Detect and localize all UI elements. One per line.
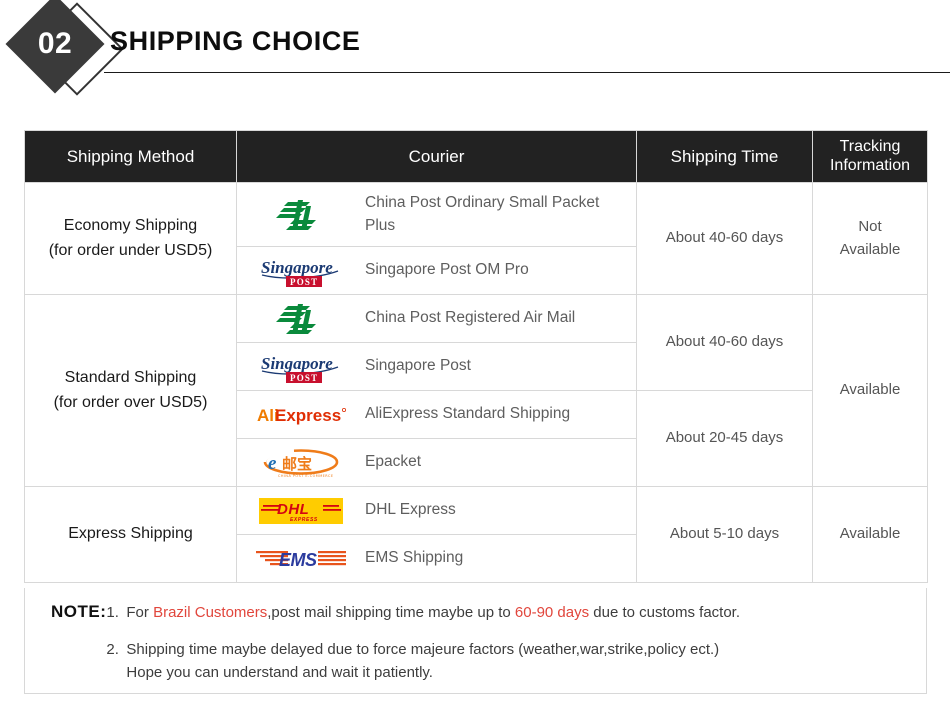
table-row: Economy Shipping (for order under USD5) <box>25 183 928 247</box>
tracking-economy: Not Available <box>813 183 928 295</box>
method-economy-line1: Economy Shipping <box>64 217 197 234</box>
time-standard-fast: About 20-45 days <box>637 391 813 487</box>
note-box: NOTE: 1. For Brazil Customers,post mail … <box>24 588 927 694</box>
singapore-post-icon: Singapore POST <box>258 254 344 288</box>
note-2-line-1: Shipping time maybe delayed due to force… <box>126 639 719 662</box>
method-economy-line2: (for order under USD5) <box>49 242 213 259</box>
table-row: Standard Shipping (for order over USD5) <box>25 295 928 343</box>
courier-name: Singapore Post <box>365 355 479 377</box>
note-list: 1. For Brazil Customers,post mail shippi… <box>106 588 740 684</box>
svg-text:EMS: EMS <box>279 550 317 570</box>
svg-text:POST: POST <box>290 277 318 287</box>
svg-text:POST: POST <box>290 373 318 383</box>
time-standard-post: About 40-60 days <box>637 295 813 391</box>
time-express: About 5-10 days <box>637 487 813 583</box>
courier-name: AliExpress Standard Shipping <box>365 403 578 425</box>
method-standard-line2: (for order over USD5) <box>54 394 208 411</box>
courier-name: Epacket <box>365 451 429 473</box>
courier-china-post-small-packet: China Post Ordinary Small Packet Plus <box>237 183 637 247</box>
svg-text:Singapore: Singapore <box>261 354 333 373</box>
ems-icon: EMS <box>254 546 348 572</box>
dhl-icon: DHL EXPRESS <box>257 495 345 527</box>
singapore-post-icon: Singapore POST <box>258 350 344 384</box>
header-divider <box>104 72 950 73</box>
note-item-2: 2. Shipping time maybe delayed due to fo… <box>106 639 740 685</box>
note-1-part-a: For <box>126 604 153 621</box>
dhl-logo: DHL EXPRESS <box>237 495 365 527</box>
courier-name: DHL Express <box>365 499 464 521</box>
shipping-choice-page: 02 SHIPPING CHOICE Shipping Method Couri… <box>0 0 950 711</box>
note-item-1: 1. For Brazil Customers,post mail shippi… <box>106 602 740 625</box>
courier-name: China Post Registered Air Mail <box>365 307 583 329</box>
courier-aliexpress-standard: Ali Express AliExpress Standard Shipping <box>237 391 637 439</box>
courier-china-post-registered: China Post Registered Air Mail <box>237 295 637 343</box>
note-1-highlight-brazil: Brazil Customers <box>153 604 267 621</box>
aliexpress-icon: Ali Express <box>255 403 347 427</box>
china-post-icon <box>276 302 326 336</box>
section-number-badge: 02 <box>8 8 120 104</box>
shipping-table: Shipping Method Courier Shipping Time Tr… <box>24 130 928 583</box>
header-tracking-line1: Tracking <box>840 138 901 155</box>
tracking-standard: Available <box>813 295 928 487</box>
svg-text:Singapore: Singapore <box>261 258 333 277</box>
courier-dhl-express: DHL EXPRESS DHL Express <box>237 487 637 535</box>
method-economy-shipping: Economy Shipping (for order under USD5) <box>25 183 237 295</box>
section-number: 02 <box>20 9 90 79</box>
section-header: 02 SHIPPING CHOICE <box>0 0 950 112</box>
note-2-line-2: Hope you can understand and wait it pati… <box>126 662 719 685</box>
courier-ems-shipping: EMS EMS Shipping <box>237 535 637 583</box>
courier-name: EMS Shipping <box>365 547 471 569</box>
method-standard-line1: Standard Shipping <box>65 369 197 386</box>
note-item-1-text: For Brazil Customers,post mail shipping … <box>126 602 740 625</box>
china-post-icon <box>276 198 326 232</box>
note-1-highlight-days: 60-90 days <box>515 604 589 621</box>
tracking-economy-line2: Available <box>840 241 901 258</box>
courier-name: Singapore Post OM Pro <box>365 259 537 281</box>
courier-name: China Post Ordinary Small Packet Plus <box>365 192 636 237</box>
table-header-row: Shipping Method Courier Shipping Time Tr… <box>25 131 928 183</box>
svg-text:Express: Express <box>275 406 341 425</box>
note-item-2-text: Shipping time maybe delayed due to force… <box>126 639 719 685</box>
tracking-express: Available <box>813 487 928 583</box>
method-standard-shipping: Standard Shipping (for order over USD5) <box>25 295 237 487</box>
svg-text:邮宝: 邮宝 <box>282 455 312 473</box>
courier-singapore-post-om-pro: Singapore POST Singapore Post OM Pro <box>237 247 637 295</box>
header-tracking-line2: Information <box>830 157 910 174</box>
method-express-line1: Express Shipping <box>68 525 193 542</box>
singapore-post-logo: Singapore POST <box>237 350 365 384</box>
china-post-logo <box>237 198 365 232</box>
svg-text:DHL: DHL <box>277 501 309 518</box>
note-item-1-number: 1. <box>106 602 126 625</box>
header-shipping-time: Shipping Time <box>637 131 813 183</box>
singapore-post-logo: Singapore POST <box>237 254 365 288</box>
header-courier: Courier <box>237 131 637 183</box>
epacket-logo: e 邮宝 CHINA POST E-COMMERCE <box>237 447 365 479</box>
method-express-shipping: Express Shipping <box>25 487 237 583</box>
svg-text:EXPRESS: EXPRESS <box>290 517 318 523</box>
svg-text:e: e <box>268 453 277 474</box>
note-1-part-c: due to customs factor. <box>589 604 740 621</box>
note-1-part-b: ,post mail shipping time maybe up to <box>267 604 515 621</box>
header-shipping-method: Shipping Method <box>25 131 237 183</box>
epacket-icon: e 邮宝 CHINA POST E-COMMERCE <box>260 447 342 479</box>
ems-logo: EMS <box>237 546 365 572</box>
courier-epacket: e 邮宝 CHINA POST E-COMMERCE Epacket <box>237 439 637 487</box>
note-label: NOTE: <box>25 588 106 684</box>
svg-text:CHINA POST E-COMMERCE: CHINA POST E-COMMERCE <box>278 474 333 478</box>
note-item-2-number: 2. <box>106 639 126 685</box>
table-row: Express Shipping <box>25 487 928 535</box>
tracking-economy-line1: Not <box>858 218 881 235</box>
aliexpress-logo: Ali Express <box>237 403 365 427</box>
page-title: SHIPPING CHOICE <box>110 26 361 57</box>
courier-singapore-post: Singapore POST Singapore Post <box>237 343 637 391</box>
header-tracking-information: Tracking Information <box>813 131 928 183</box>
china-post-logo <box>237 302 365 336</box>
time-economy: About 40-60 days <box>637 183 813 295</box>
